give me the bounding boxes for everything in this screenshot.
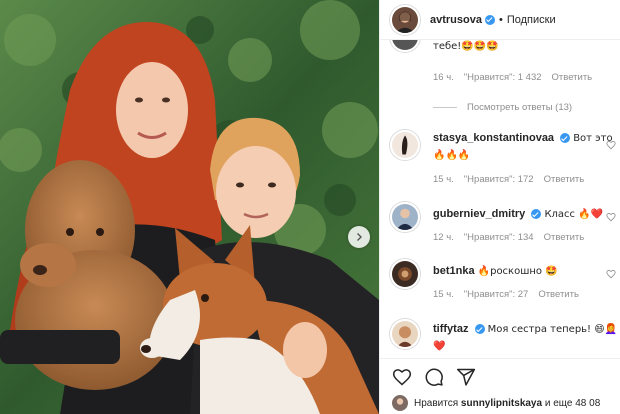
- comment-likes-count[interactable]: "Нравится": 134: [464, 232, 534, 243]
- post-actions-bar: [380, 358, 620, 394]
- comment-avatar[interactable]: [390, 40, 420, 52]
- reply-button[interactable]: Ответить: [552, 72, 593, 83]
- comment-username[interactable]: bet1nka: [433, 265, 475, 277]
- post-photo[interactable]: [0, 0, 379, 414]
- comment-avatar[interactable]: [390, 319, 420, 349]
- likes-prefix: Нравится: [414, 397, 459, 409]
- view-replies-label: Посмотреть ответы (13): [467, 102, 573, 113]
- reply-button[interactable]: Ответить: [538, 289, 579, 300]
- view-replies-button[interactable]: Посмотреть ответы (13): [433, 102, 572, 113]
- post-photo-illustration: [0, 0, 379, 414]
- verified-icon: [560, 133, 571, 144]
- verified-icon: [474, 324, 485, 335]
- replies-divider: [433, 107, 457, 108]
- comment-username[interactable]: stasya_konstantinovaa: [433, 132, 554, 144]
- author-avatar[interactable]: [390, 4, 420, 35]
- liker-username[interactable]: sunnylipnitskaya: [461, 398, 542, 409]
- chevron-right-icon: [357, 233, 362, 241]
- verified-icon: [531, 209, 542, 220]
- comment-username[interactable]: tiffytaz: [433, 323, 468, 335]
- comment-meta: 15 ч. "Нравится": 172 Ответить: [433, 174, 584, 185]
- liker-avatar[interactable]: [392, 395, 408, 411]
- separator-dot: •: [498, 13, 503, 26]
- next-photo-button[interactable]: [348, 226, 370, 248]
- comment-time[interactable]: 12 ч.: [433, 232, 454, 243]
- share-icon[interactable]: [456, 367, 476, 387]
- post-side-panel: avtrusova • Подписки тебе!🤩🤩🤩 16 ч. "Нра…: [379, 0, 620, 414]
- comment-meta: 16 ч. "Нравится": 1 432 Ответить: [433, 72, 592, 83]
- comment-avatar[interactable]: [390, 259, 420, 289]
- comment-text: 🔥роскошно 🤩: [477, 266, 558, 277]
- comment-likes-count[interactable]: "Нравится": 27: [464, 289, 529, 300]
- comment-icon[interactable]: [424, 367, 444, 387]
- comment-likes-count[interactable]: "Нравится": 1 432: [464, 72, 542, 83]
- heart-icon[interactable]: [606, 140, 616, 150]
- comment-likes-count[interactable]: "Нравится": 172: [464, 174, 534, 185]
- comment-meta: 15 ч. "Нравится": 27 Ответить: [433, 289, 579, 300]
- heart-icon[interactable]: [606, 212, 616, 222]
- heart-icon[interactable]: [392, 367, 412, 387]
- author-username[interactable]: avtrusova: [430, 14, 482, 26]
- verified-icon: [484, 14, 495, 25]
- heart-icon[interactable]: [606, 269, 616, 279]
- comment-text: Класс 🔥❤️: [544, 209, 604, 220]
- post-header: avtrusova • Подписки: [380, 0, 620, 40]
- comment-time[interactable]: 15 ч.: [433, 174, 454, 185]
- reply-button[interactable]: Ответить: [544, 174, 585, 185]
- comment-text: тебе!🤩🤩🤩: [433, 41, 499, 52]
- comment-avatar[interactable]: [390, 130, 420, 160]
- instagram-post-view: avtrusova • Подписки тебе!🤩🤩🤩 16 ч. "Нра…: [0, 0, 620, 414]
- comment-avatar[interactable]: [390, 202, 420, 232]
- likes-summary: Нравится sunnylipnitskaya и еще 48 08: [380, 392, 620, 414]
- comment-time[interactable]: 16 ч.: [433, 72, 454, 83]
- reply-button[interactable]: Ответить: [544, 232, 585, 243]
- comment-time[interactable]: 15 ч.: [433, 289, 454, 300]
- likes-suffix[interactable]: и еще 48 08: [545, 398, 600, 409]
- comments-list: тебе!🤩🤩🤩 16 ч. "Нравится": 1 432 Ответит…: [380, 40, 620, 358]
- comment-username[interactable]: guberniev_dmitry: [433, 208, 525, 220]
- following-button[interactable]: Подписки: [507, 14, 556, 26]
- comment-meta: 12 ч. "Нравится": 134 Ответить: [433, 232, 584, 243]
